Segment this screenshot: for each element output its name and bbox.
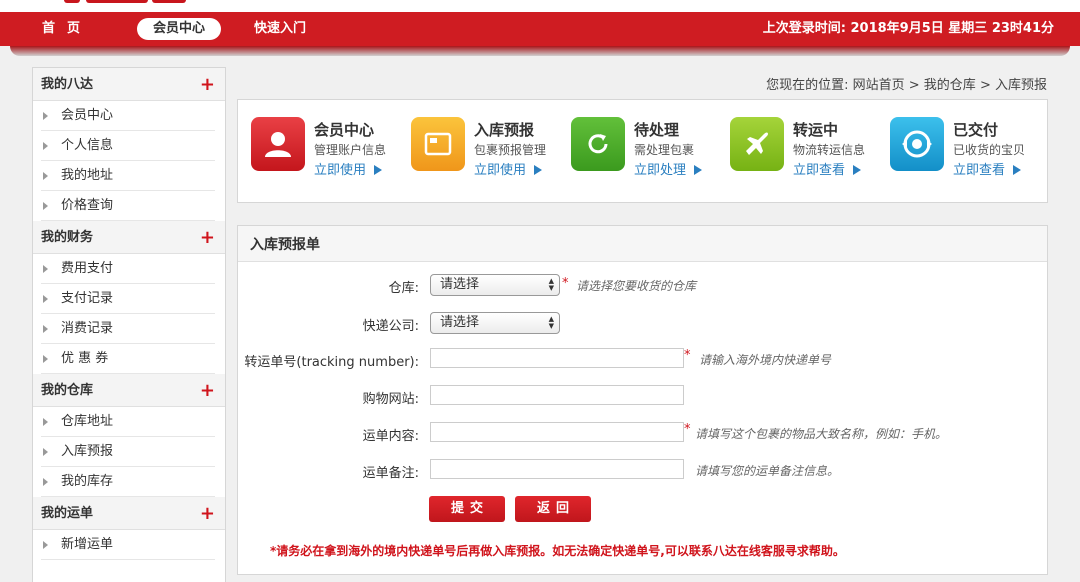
sidebar-group-title[interactable]: 我的财务 + [33, 221, 225, 254]
card-in-transit[interactable]: 转运中 物流转运信息 立即查看 [730, 117, 880, 187]
back-button[interactable]: 返回 [515, 496, 591, 522]
nav-home[interactable]: 首页 [42, 18, 92, 40]
view-now-link[interactable]: 立即查看 [953, 159, 1022, 178]
last-login-time: 上次登录时间: 2018年9月5日 星期三 23时41分 [762, 21, 1054, 36]
sidebar-item-inbound-forecast[interactable]: 入库预报 [41, 437, 215, 467]
content-label: 运单内容: [362, 429, 419, 444]
courier-select[interactable]: 请选择 ▲ ▼ [430, 312, 560, 334]
inbound-forecast-form: 入库预报单 仓库: 请选择 ▲ ▼ * 请选择您要收货的仓库 快递公司: 请选择 … [237, 225, 1048, 575]
use-now-link[interactable]: 立即使用 [314, 159, 383, 178]
view-now-link[interactable]: 立即查看 [793, 159, 862, 178]
warehouse-hint: 请选择您要收货的仓库 [576, 279, 697, 293]
caret-right-icon [43, 541, 48, 549]
caret-right-icon [43, 265, 48, 273]
tracking-hint: 请输入海外境内快递单号 [699, 353, 832, 367]
arrow-right-icon [534, 165, 543, 175]
card-inbound-forecast[interactable]: 入库预报 包裹预报管理 立即使用 [411, 117, 561, 187]
arrow-right-icon [853, 165, 862, 175]
caret-right-icon [43, 172, 48, 180]
sidebar-item-personal-info[interactable]: 个人信息 [41, 131, 215, 161]
sidebar-item-my-address[interactable]: 我的地址 [41, 161, 215, 191]
tracking-label: 转运单号(tracking number): [244, 355, 419, 370]
remark-hint: 请填写您的运单备注信息。 [695, 464, 840, 478]
form-title: 入库预报单 [238, 226, 1047, 262]
remark-label: 运单备注: [362, 466, 419, 481]
airplane-icon [730, 117, 784, 171]
breadcrumb: 您现在的位置: 网站首页 > 我的仓库 > 入库预报 [766, 78, 1047, 93]
sidebar-item-warehouse-address[interactable]: 仓库地址 [41, 407, 215, 437]
sidebar-item-new-waybill[interactable]: 新增运单 [41, 530, 215, 560]
sidebar-group-title[interactable]: 我的仓库 + [33, 374, 225, 407]
card-member-center[interactable]: 会员中心 管理账户信息 立即使用 [251, 117, 401, 187]
breadcrumb-home-link[interactable]: 网站首页 [853, 78, 905, 93]
courier-row: 快递公司: 请选择 ▲ ▼ [238, 312, 1049, 336]
sidebar-item-coupons[interactable]: 优 惠 券 [41, 344, 215, 374]
expand-plus-icon[interactable]: + [200, 221, 215, 254]
caret-right-icon [43, 295, 48, 303]
tracking-number-input[interactable] [430, 348, 684, 368]
site-label: 购物网站: [362, 392, 419, 407]
caret-right-icon [43, 478, 48, 486]
required-star: * [684, 422, 691, 437]
waybill-remark-input[interactable] [430, 459, 684, 479]
site-row: 购物网站: [238, 385, 1049, 409]
refresh-icon [571, 117, 625, 171]
tracking-row: 转运单号(tracking number): * 请输入海外境内快递单号 [238, 348, 1049, 372]
arrow-right-icon [374, 165, 383, 175]
required-star: * [562, 276, 569, 291]
caret-right-icon [43, 448, 48, 456]
top-navbar: 首页 会员中心 快速入门 上次登录时间: 2018年9月5日 星期三 23时41… [0, 12, 1080, 56]
content-hint: 请填写这个包裹的物品大致名称，例如：手机。 [695, 427, 948, 441]
warehouse-label: 仓库: [388, 281, 419, 296]
remark-row: 运单备注: 请填写您的运单备注信息。 [238, 459, 1049, 483]
sidebar-item-payment[interactable]: 费用支付 [41, 254, 215, 284]
user-icon [251, 117, 305, 171]
caret-right-icon [43, 142, 48, 150]
courier-label: 快递公司: [362, 319, 419, 334]
caret-right-icon [43, 418, 48, 426]
sidebar-item-member-center[interactable]: 会员中心 [41, 101, 215, 131]
sidebar-item-consumption-records[interactable]: 消费记录 [41, 314, 215, 344]
sidebar-group-title[interactable]: 我的八达 + [33, 68, 225, 101]
card-pending[interactable]: 待处理 需处理包裹 立即处理 [571, 117, 721, 187]
warehouse-select[interactable]: 请选择 ▲ ▼ [430, 274, 560, 296]
caret-right-icon [43, 202, 48, 210]
package-icon [411, 117, 465, 171]
card-delivered[interactable]: 已交付 已收货的宝贝 立即查看 [890, 117, 1040, 187]
shopping-site-input[interactable] [430, 385, 684, 405]
required-star: * [684, 348, 691, 363]
expand-plus-icon[interactable]: + [200, 374, 215, 407]
arrow-right-icon [1013, 165, 1022, 175]
nav-quick-entry[interactable]: 快速入门 [254, 18, 306, 40]
use-now-link[interactable]: 立即使用 [474, 159, 543, 178]
select-arrows-icon: ▲ ▼ [548, 277, 554, 292]
sidebar-group-title[interactable]: 我的运单 + [33, 497, 225, 530]
breadcrumb-warehouse-link[interactable]: 我的仓库 [924, 78, 976, 93]
caret-right-icon [43, 325, 48, 333]
content-row: 运单内容: * 请填写这个包裹的物品大致名称，例如：手机。 [238, 422, 1049, 446]
button-row: 提交 返回 [238, 496, 1049, 522]
shortcut-cards: 会员中心 管理账户信息 立即使用 入库预报 包裹预报管理 立即使用 待处理 需处… [237, 99, 1048, 203]
sidebar-item-my-inventory[interactable]: 我的库存 [41, 467, 215, 497]
sidebar-item-price-query[interactable]: 价格查询 [41, 191, 215, 221]
waybill-content-input[interactable] [430, 422, 684, 442]
arrow-right-icon [694, 165, 703, 175]
expand-plus-icon[interactable]: + [200, 68, 215, 101]
form-notice: *请务必在拿到海外的境内快递单号后再做入库预报。如无法确定快递单号,可以联系八达… [270, 544, 845, 558]
expand-plus-icon[interactable]: + [200, 497, 215, 530]
caret-right-icon [43, 355, 48, 363]
breadcrumb-current: 入库预报 [994, 78, 1047, 93]
warehouse-row: 仓库: 请选择 ▲ ▼ * 请选择您要收货的仓库 [238, 274, 1049, 298]
process-now-link[interactable]: 立即处理 [634, 159, 703, 178]
sidebar-item-payment-records[interactable]: 支付记录 [41, 284, 215, 314]
nav-member-center[interactable]: 会员中心 [137, 18, 221, 40]
select-arrows-icon: ▲ ▼ [548, 315, 554, 330]
sidebar: 我的八达 + 会员中心 个人信息 我的地址 价格查询 我的财务 + 费用支付 支… [32, 67, 226, 582]
caret-right-icon [43, 112, 48, 120]
delivered-cycle-icon [890, 117, 944, 171]
submit-button[interactable]: 提交 [429, 496, 505, 522]
